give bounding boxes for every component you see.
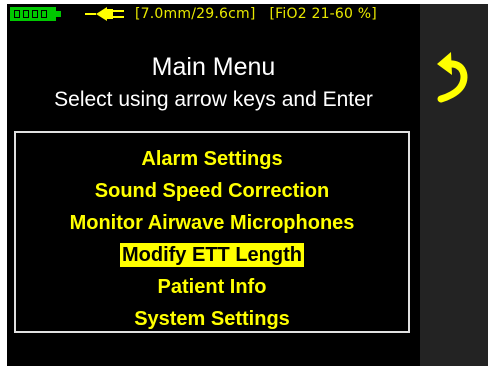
status-info: [7.0mm/29.6cm] [FiO2 21-60 %] [135,5,391,23]
menu-item-alarm-settings[interactable]: Alarm Settings [16,143,408,175]
status-bar: [7.0mm/29.6cm] [FiO2 21-60 %] [7,4,420,24]
menu-item-label[interactable]: Patient Info [156,275,269,299]
device-frame: [7.0mm/29.6cm] [FiO2 21-60 %] Main Menu S… [0,0,488,370]
page-subtitle: Select using arrow keys and Enter [54,88,373,111]
menu-item-label[interactable]: Monitor Airwave Microphones [68,211,357,235]
back-arrow-icon[interactable] [434,44,474,104]
menu-item-label[interactable]: Modify ETT Length [120,243,304,268]
device-screen: [7.0mm/29.6cm] [FiO2 21-60 %] Main Menu S… [7,4,420,366]
menu-item-label[interactable]: Sound Speed Correction [93,179,331,203]
page-title: Main Menu [151,53,276,81]
battery-full-icon [10,7,61,21]
ett-size-readout: [7.0mm/29.6cm] [135,6,256,22]
menu-item-label[interactable]: System Settings [132,307,292,331]
menu-item-monitor-airwave-microphones[interactable]: Monitor Airwave Microphones [16,207,408,239]
menu-item-modify-ett-length[interactable]: Modify ETT Length [16,239,408,271]
menu-item-patient-info[interactable]: Patient Info [16,271,408,303]
power-plug-icon [85,7,124,21]
side-panel [420,4,488,366]
main-menu: Alarm Settings Sound Speed Correction Mo… [14,131,410,333]
menu-list: Alarm Settings Sound Speed Correction Mo… [16,143,408,335]
fio2-range-readout: [FiO2 21-60 %] [269,6,377,22]
menu-item-system-settings[interactable]: System Settings [16,303,408,335]
menu-item-label[interactable]: Alarm Settings [139,147,284,171]
menu-item-sound-speed-correction[interactable]: Sound Speed Correction [16,175,408,207]
